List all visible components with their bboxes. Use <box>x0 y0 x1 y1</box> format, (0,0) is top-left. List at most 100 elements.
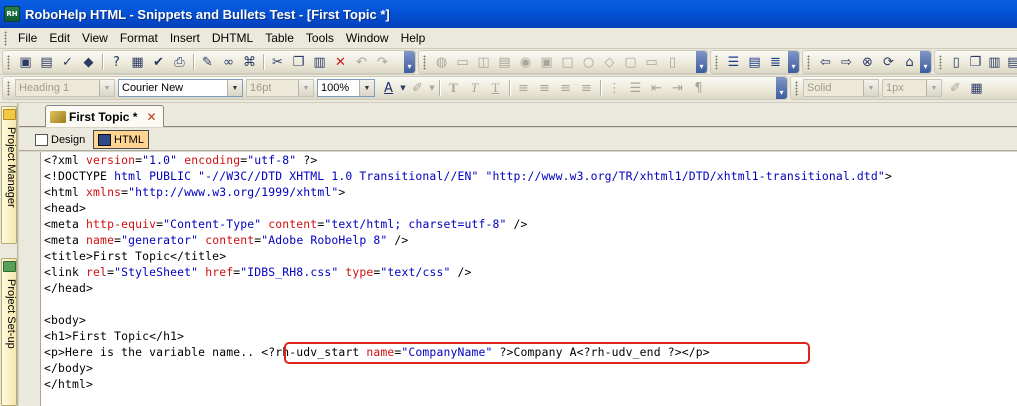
duplicate-page-icon[interactable]: ❐ <box>966 52 985 72</box>
indent-icon[interactable]: ⇥ <box>667 78 688 98</box>
insert-image-icon[interactable]: ◍ <box>431 52 452 72</box>
cut-icon[interactable]: ✂ <box>267 52 288 72</box>
borders-icon[interactable]: ▦ <box>966 78 987 98</box>
undo-icon[interactable]: ↶ <box>351 52 372 72</box>
align-center-icon[interactable]: ≡ <box>534 78 555 98</box>
menu-tools[interactable]: Tools <box>300 29 340 48</box>
redo-icon[interactable]: ↷ <box>372 52 393 72</box>
outdent-icon[interactable]: ⇤ <box>646 78 667 98</box>
style-select[interactable]: Heading 1 ▼ <box>15 79 115 97</box>
page-export-icon[interactable]: ▤ <box>1004 52 1017 72</box>
layout-split-icon[interactable]: ▤ <box>744 52 765 72</box>
insert-monitor-icon[interactable]: ▭ <box>641 52 662 72</box>
pencil-icon[interactable]: ✎ <box>197 52 218 72</box>
menu-file[interactable]: File <box>12 29 43 48</box>
delete-icon[interactable]: ✕ <box>330 52 351 72</box>
insert-form-icon[interactable]: ▣ <box>536 52 557 72</box>
help-icon[interactable]: ? <box>106 52 127 72</box>
find-icon[interactable]: ∞ <box>218 52 239 72</box>
underline-icon[interactable]: T <box>485 78 506 98</box>
menu-view[interactable]: View <box>76 29 114 48</box>
compile-icon[interactable]: ◆ <box>78 52 99 72</box>
font-color-dropdown-icon[interactable]: ▼ <box>399 78 407 98</box>
html-view-button[interactable]: HTML <box>93 130 149 149</box>
menu-dhtml[interactable]: DHTML <box>206 29 259 48</box>
spell-check-icon[interactable]: ✓ <box>57 52 78 72</box>
print-icon[interactable]: ⎙ <box>169 52 190 72</box>
font-select[interactable]: Courier New ▼ <box>118 79 243 97</box>
refresh-icon[interactable]: ⟳ <box>878 52 899 72</box>
tab-first-topic[interactable]: First Topic * ✕ <box>45 105 164 127</box>
font-color-icon[interactable]: A <box>378 78 399 98</box>
code-line: <!DOCTYPE html PUBLIC "-//W3C//DTD XHTML… <box>44 168 892 184</box>
chevron-down-icon[interactable]: ▼ <box>359 80 374 96</box>
close-icon[interactable]: ✕ <box>146 110 156 124</box>
chevron-down-icon[interactable]: ▼ <box>298 80 313 96</box>
highlight-dropdown-icon[interactable]: ▼ <box>428 78 436 98</box>
paragraph-icon[interactable]: ¶ <box>688 78 709 98</box>
toolbar-overflow-icon[interactable]: ▾ <box>404 51 415 73</box>
toolbar-overflow-icon[interactable]: ▾ <box>788 51 799 73</box>
insert-captivate-icon[interactable]: ◉ <box>515 52 536 72</box>
html-code-editor[interactable]: <?xml version="1.0" encoding="utf-8" ?> <… <box>40 152 1017 406</box>
extra-toolbar: ▯ ❐ ▥ ▤ <box>934 50 1017 74</box>
save-all-icon[interactable]: ▤ <box>36 52 57 72</box>
robohelp-app-icon: RH <box>4 6 20 22</box>
page-properties-icon[interactable]: ▥ <box>985 52 1004 72</box>
forward-arrow-icon[interactable]: ⇨ <box>836 52 857 72</box>
abc-spelling-icon[interactable]: ✔ <box>148 52 169 72</box>
insert-frame-icon[interactable]: ▢ <box>620 52 641 72</box>
paste-icon[interactable]: ▥ <box>309 52 330 72</box>
project-manager-tab[interactable]: Project Manager <box>1 106 17 244</box>
menu-edit[interactable]: Edit <box>43 29 76 48</box>
design-view-button[interactable]: Design <box>31 130 89 149</box>
toolbar-overflow-icon[interactable]: ▾ <box>776 77 787 99</box>
menu-insert[interactable]: Insert <box>164 29 206 48</box>
insert-variable-icon[interactable]: ◫ <box>473 52 494 72</box>
border-style-select[interactable]: Solid ▼ <box>803 79 879 97</box>
home-icon[interactable]: ⌂ <box>899 52 920 72</box>
link-icon[interactable]: ⌘ <box>239 52 260 72</box>
chevron-down-icon[interactable]: ▼ <box>863 80 878 96</box>
justify-icon[interactable]: ≡ <box>576 78 597 98</box>
chevron-down-icon[interactable]: ▼ <box>926 80 941 96</box>
code-token: <body> <box>44 313 87 327</box>
chevron-down-icon[interactable]: ▼ <box>227 80 242 96</box>
align-right-icon[interactable]: ≡ <box>555 78 576 98</box>
align-left-icon[interactable]: ≡ <box>513 78 534 98</box>
zoom-select[interactable]: 100% ▼ <box>317 79 375 97</box>
numbered-list-icon[interactable]: ⋮ <box>604 78 625 98</box>
insert-circle-icon[interactable]: ○ <box>578 52 599 72</box>
new-page-icon[interactable]: ▯ <box>947 52 966 72</box>
layout-grid-icon[interactable]: ≣ <box>765 52 786 72</box>
font-size-select[interactable]: 16pt ▼ <box>246 79 314 97</box>
toolbar-overflow-icon[interactable]: ▾ <box>696 51 707 73</box>
menu-format[interactable]: Format <box>114 29 164 48</box>
menu-grip[interactable] <box>4 30 7 46</box>
project-setup-tab[interactable]: Project Set-up <box>1 258 17 406</box>
bulleted-list-icon[interactable]: ☰ <box>625 78 646 98</box>
menu-help[interactable]: Help <box>395 29 432 48</box>
code-token: "1.0" <box>142 153 178 167</box>
insert-file-icon[interactable]: ▯ <box>662 52 683 72</box>
insert-rectangle-icon[interactable]: □ <box>557 52 578 72</box>
insert-snippet-icon[interactable]: ▤ <box>494 52 515 72</box>
border-color-icon[interactable]: ✐ <box>945 78 966 98</box>
menu-table[interactable]: Table <box>259 29 300 48</box>
menu-window[interactable]: Window <box>340 29 395 48</box>
insert-comment-icon[interactable]: ▭ <box>452 52 473 72</box>
highlight-color-icon[interactable]: ✐ <box>407 78 428 98</box>
save-icon[interactable]: ▣ <box>15 52 36 72</box>
insert-diamond-icon[interactable]: ◇ <box>599 52 620 72</box>
stop-icon[interactable]: ⊗ <box>857 52 878 72</box>
separator <box>263 54 264 70</box>
chevron-down-icon[interactable]: ▼ <box>99 80 114 96</box>
toolbar-overflow-icon[interactable]: ▾ <box>920 51 931 73</box>
back-arrow-icon[interactable]: ⇦ <box>815 52 836 72</box>
copy-icon[interactable]: ❐ <box>288 52 309 72</box>
layout-rows-icon[interactable]: ☰ <box>723 52 744 72</box>
preview-icon[interactable]: ▦ <box>127 52 148 72</box>
bold-icon[interactable]: T <box>443 78 464 98</box>
italic-icon[interactable]: T <box>464 78 485 98</box>
border-width-select[interactable]: 1px ▼ <box>882 79 942 97</box>
